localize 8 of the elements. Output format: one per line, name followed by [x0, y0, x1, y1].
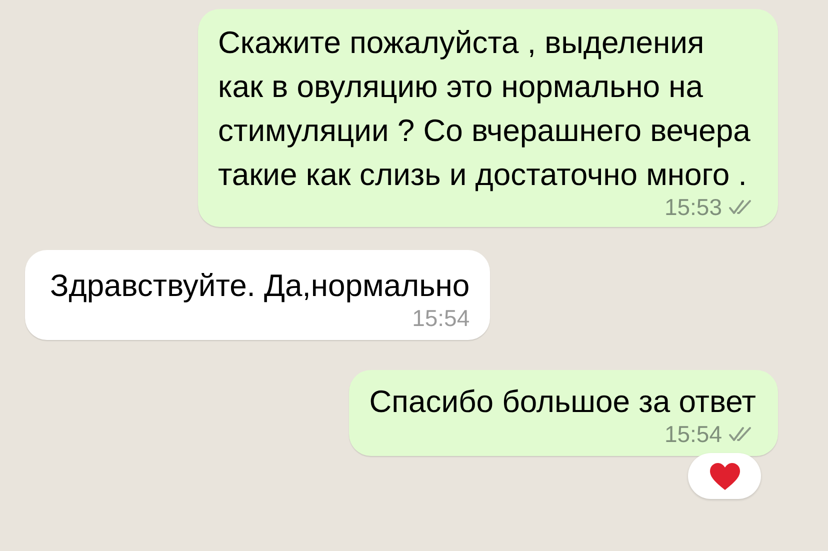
message-time: 15:54	[664, 420, 722, 448]
message-text: Спасибо большое за ответ	[369, 383, 756, 421]
message-text: Скажите пожалуйста , выделения как в овуляцию это нормально на стимуляции ? Со вчерашнего вечера такие как слизь и достаточно много .	[218, 24, 752, 194]
message-time: 15:53	[664, 193, 722, 221]
reaction-badge[interactable]	[688, 453, 761, 499]
heart-icon	[708, 462, 740, 490]
message-time: 15:54	[412, 304, 470, 332]
message-text: Здравствуйте. Да,нормально	[50, 267, 470, 305]
